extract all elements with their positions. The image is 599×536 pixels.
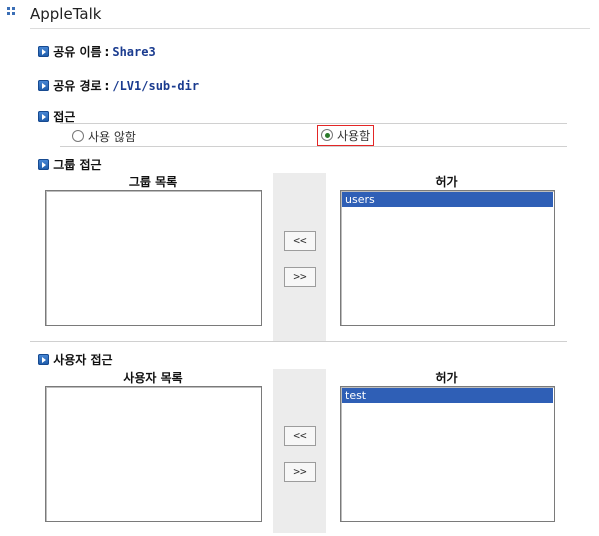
share-path-label: 공유 경로: [53, 79, 102, 93]
share-path-value: /LV1/sub-dir: [112, 79, 200, 93]
share-path-row: 공유 경로:/LV1/sub-dir: [38, 77, 199, 94]
list-item[interactable]: test: [342, 388, 553, 403]
user-list-header: 사용자 목록: [123, 371, 183, 385]
bullet-arrow-icon: [38, 111, 49, 122]
bullet-arrow-icon: [38, 46, 49, 57]
bullet-arrow-icon: [38, 354, 49, 365]
page-title: AppleTalk: [30, 5, 102, 23]
group-allowed-box[interactable]: users: [340, 190, 555, 326]
group-allowed-header: 허가: [435, 175, 458, 189]
user-allowed-header: 허가: [435, 371, 458, 385]
user-list-box[interactable]: [45, 386, 262, 522]
group-list-header: 그룹 목록: [128, 175, 178, 189]
grid-dots-icon: [7, 7, 15, 15]
header-divider: [30, 28, 590, 29]
list-item[interactable]: users: [342, 192, 553, 207]
bullet-arrow-icon: [38, 159, 49, 170]
section-divider: [30, 341, 567, 342]
group-list-box[interactable]: [45, 190, 262, 326]
radio-unchecked-icon[interactable]: [72, 130, 84, 142]
share-path-sep: :: [104, 79, 110, 93]
radio-enable[interactable]: 사용함: [317, 125, 375, 146]
radio-checked-icon[interactable]: [321, 129, 333, 141]
access-top-line: [60, 123, 567, 124]
share-name-label: 공유 이름: [53, 45, 102, 59]
group-move-panel: << >>: [273, 173, 326, 341]
group-access-title: 그룹 접근: [38, 156, 102, 173]
group-move-right-button[interactable]: >>: [284, 267, 316, 287]
bullet-arrow-icon: [38, 80, 49, 91]
share-name-sep: :: [104, 45, 110, 59]
share-name-value: Share3: [112, 45, 156, 59]
user-access-label: 사용자 접근: [53, 353, 113, 367]
group-move-left-button[interactable]: <<: [284, 231, 316, 251]
radio-disable-label: 사용 않함: [88, 130, 136, 144]
access-label: 접근: [53, 110, 76, 124]
user-move-panel: << >>: [273, 369, 326, 533]
radio-enable-label: 사용함: [337, 129, 371, 143]
user-allowed-box[interactable]: test: [340, 386, 555, 522]
group-access-label: 그룹 접근: [53, 158, 102, 172]
user-move-right-button[interactable]: >>: [284, 462, 316, 482]
access-bottom-line: [60, 146, 567, 147]
radio-disable[interactable]: 사용 않함: [72, 128, 136, 145]
user-access-title: 사용자 접근: [38, 351, 113, 368]
user-move-left-button[interactable]: <<: [284, 426, 316, 446]
share-name-row: 공유 이름: Share3: [38, 43, 156, 60]
